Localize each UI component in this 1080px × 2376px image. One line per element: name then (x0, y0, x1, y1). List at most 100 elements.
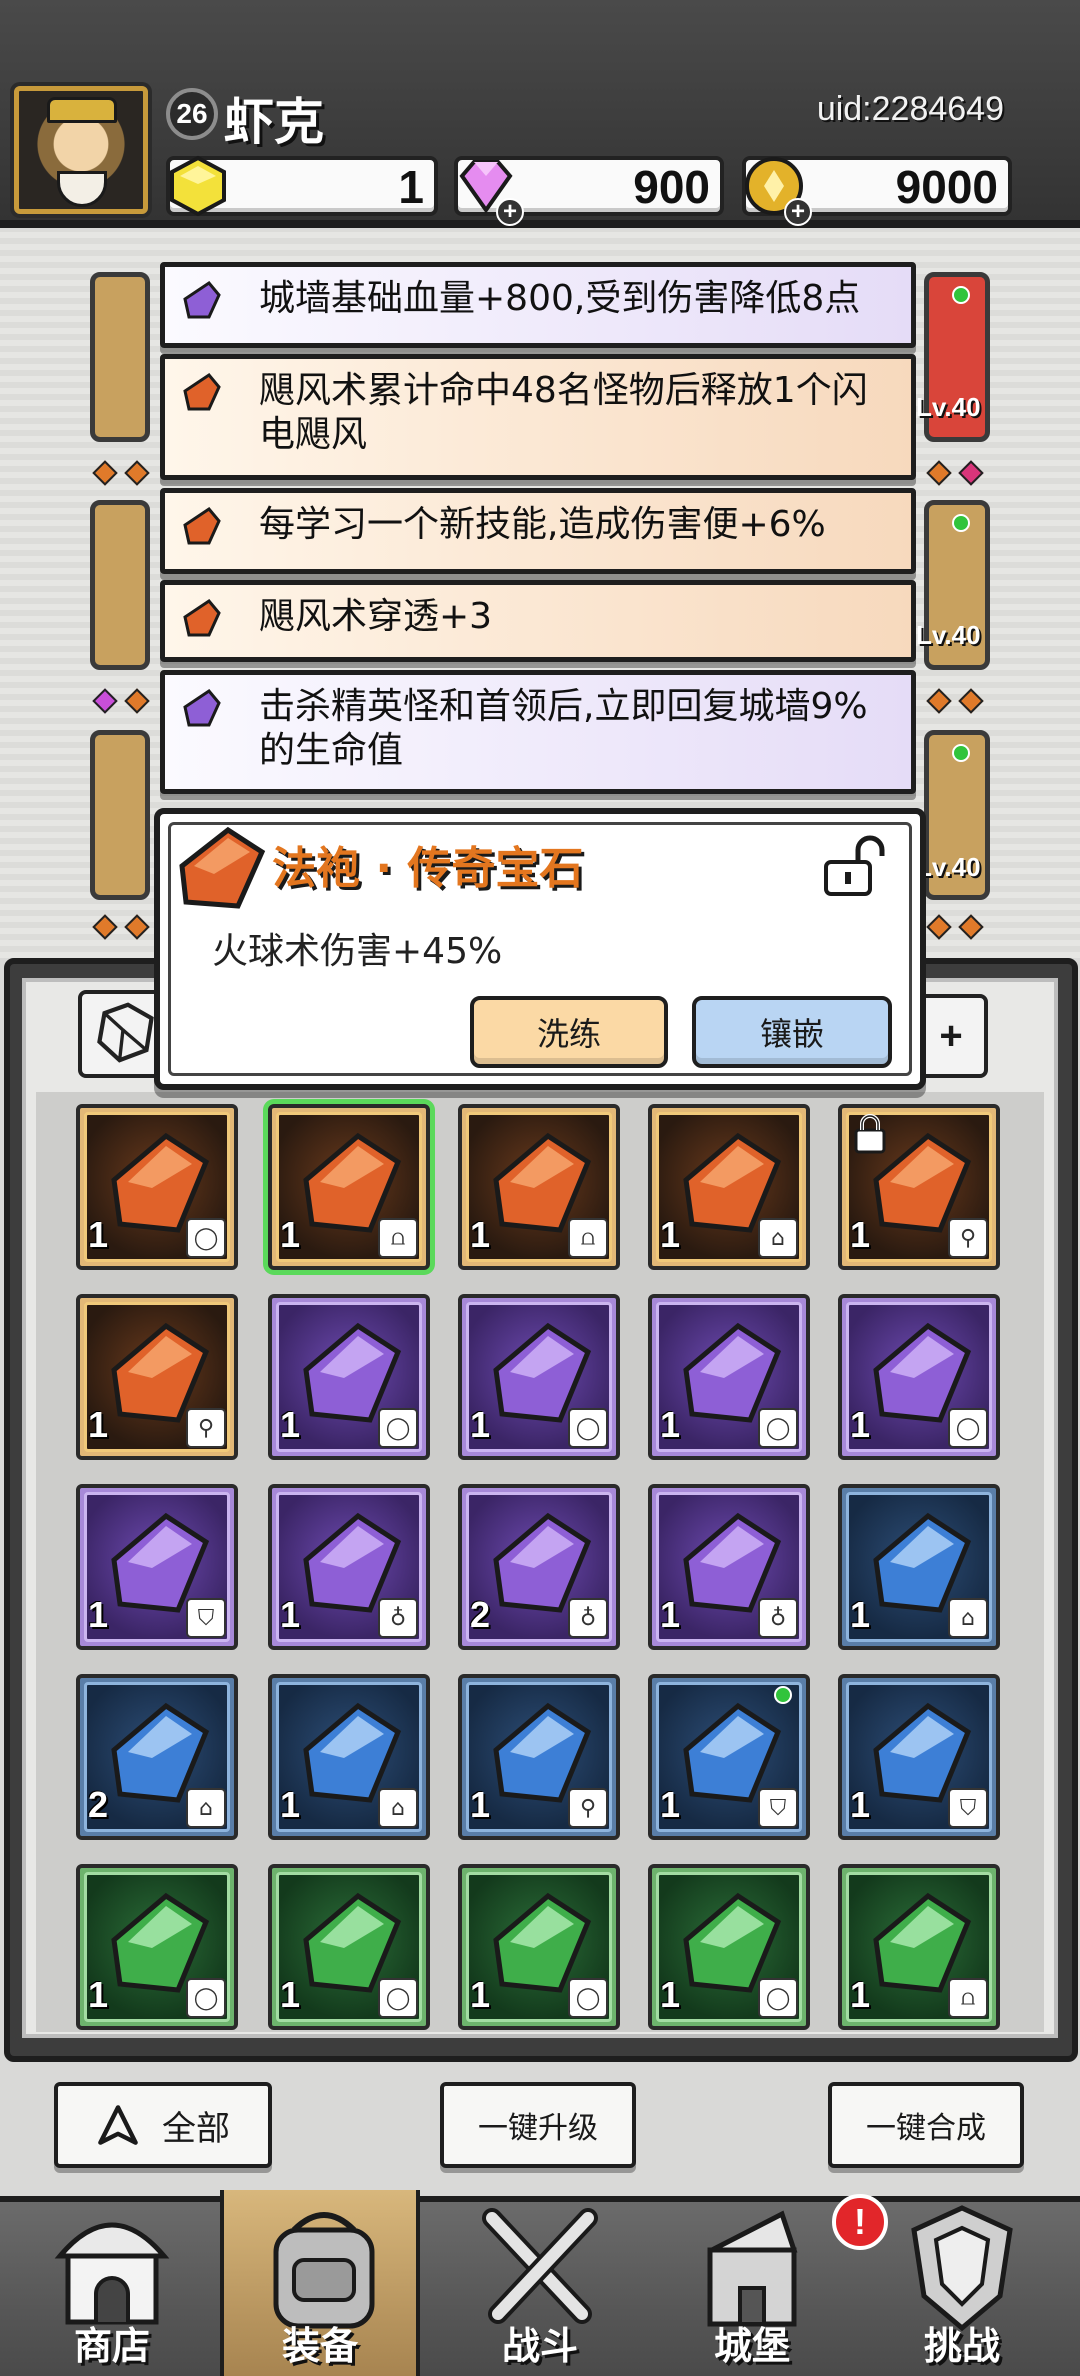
ring-icon: ◯ (568, 1408, 608, 1448)
diamond-value: 900 (633, 161, 710, 213)
notify-dot (952, 744, 970, 762)
nav-castle-label: 城堡 (713, 2324, 790, 2368)
yellow-gem-icon (170, 155, 226, 217)
gem-cell[interactable]: 1 ◯ (268, 1294, 430, 1460)
filter-all-label: 全部 (162, 2108, 230, 2149)
gem-cell[interactable]: 1 ◯ (76, 1864, 238, 2030)
gem-cell[interactable]: 1 ◯ (838, 1294, 1000, 1460)
gem-cell[interactable]: 1 ⚲ (458, 1674, 620, 1840)
triangle-filter-icon (98, 2105, 138, 2145)
gem-cell[interactable]: 1 ⌂ (648, 1104, 810, 1270)
player-name: 虾克 (224, 93, 324, 151)
upgrade-all-button[interactable]: 一键升级 (440, 2082, 636, 2168)
gem-cell[interactable]: 1 ⛉ (76, 1484, 238, 1650)
orange-gem-icon (183, 373, 221, 411)
equip-slot-left-2[interactable] (90, 500, 150, 670)
refine-button[interactable]: 洗练 (470, 996, 668, 1068)
gem-cell[interactable]: 2 ♁ (458, 1484, 620, 1650)
merge-all-button[interactable]: 一键合成 (828, 2082, 1024, 2168)
boots-icon: ⌂ (378, 1788, 418, 1828)
ring-icon: ◯ (948, 1408, 988, 1448)
gem-count: 1 (850, 1784, 871, 1825)
orange-gem-icon (183, 599, 221, 637)
amulet-icon: ♁ (378, 1598, 418, 1638)
inlay-button[interactable]: 镶嵌 (692, 996, 892, 1068)
gem-cell[interactable]: 1 ♁ (268, 1484, 430, 1650)
affix-row: 飓风术累计命中48名怪物后释放1个闪电飓风 (160, 354, 916, 480)
player-uid: uid:2284649 (816, 90, 1004, 128)
add-coin-icon[interactable]: + (784, 198, 812, 226)
nav-challenge-label: 挑战 (923, 2324, 1000, 2368)
gem-count: 1 (280, 1784, 301, 1825)
nav-battle[interactable]: 战斗 (440, 2190, 640, 2376)
coin-counter[interactable]: + 9000 (742, 156, 1012, 226)
gem-cell[interactable]: 1 ⚲ (76, 1294, 238, 1460)
gem-count: 1 (280, 1214, 301, 1255)
gem-cell[interactable]: 1 ◯ (76, 1104, 238, 1270)
orange-gem-icon (183, 507, 221, 545)
gem-cell[interactable]: 1 ⩍ (838, 1864, 1000, 2030)
padlock-icon (854, 1114, 886, 1154)
nav-castle[interactable]: 城堡 (652, 2190, 852, 2376)
nav-challenge[interactable]: 挑战 (862, 2190, 1062, 2376)
equip-level-2: Lv.40 (916, 620, 981, 650)
gem-count: 1 (850, 1594, 871, 1635)
gem-detail-popup: 法袍 · 传奇宝石 火球术伤害+45% 洗练 镶嵌 (154, 808, 926, 1090)
amulet-icon: ♁ (758, 1598, 798, 1638)
gem-count: 1 (660, 1974, 681, 2015)
gem-count: 1 (850, 1974, 871, 2015)
nav-equipment[interactable]: 装备 (220, 2190, 420, 2376)
gem-count: 1 (470, 1974, 491, 2015)
affix-text: 每学习一个新技能,造成伤害便+6% (259, 504, 826, 545)
gem-count: 1 (88, 1214, 109, 1255)
purple-gem-icon (183, 689, 221, 727)
gem-cell[interactable]: 1 ⛉ (648, 1674, 810, 1840)
gem-count: 1 (88, 1974, 109, 2015)
equip-slot-left-3[interactable] (90, 730, 150, 900)
filter-all-button[interactable]: 全部 (54, 2082, 272, 2168)
gem-cell[interactable]: 1 ⩍ (458, 1104, 620, 1270)
ring-icon: ◯ (568, 1978, 608, 2018)
player-level-badge: 26 (166, 88, 218, 140)
boots-icon: ⌂ (186, 1788, 226, 1828)
top-status-bar: 26 虾克 uid:2284649 1 + 900 + 9000 (0, 0, 1080, 228)
gem-cell[interactable]: 1 ◯ (648, 1294, 810, 1460)
amulet-icon: ♁ (568, 1598, 608, 1638)
gem-cell[interactable]: 1 ⚲ (838, 1104, 1000, 1270)
hat-icon: ⛉ (186, 1598, 226, 1638)
gem-cell[interactable]: 1 ⌂ (268, 1674, 430, 1840)
gem-count: 1 (850, 1404, 871, 1445)
gem-cell[interactable]: 1 ⩍ (268, 1104, 430, 1270)
unlocked-padlock-icon[interactable] (820, 834, 888, 898)
nav-shop[interactable]: 商店 (12, 2190, 212, 2376)
add-diamond-icon[interactable]: + (496, 198, 524, 226)
equip-slot-left-1[interactable] (90, 272, 150, 442)
gem-cell[interactable]: 1 ◯ (458, 1864, 620, 2030)
gem-count: 1 (280, 1404, 301, 1445)
gem-cell[interactable]: 1 ⛉ (838, 1674, 1000, 1840)
robe-icon: ⩍ (948, 1978, 988, 2018)
gold-stone-counter: 1 (166, 155, 438, 217)
nav-shop-label: 商店 (73, 2324, 150, 2368)
diamond-counter[interactable]: + 900 (454, 156, 724, 226)
affix-text: 飓风术穿透+3 (259, 596, 493, 637)
gem-count: 1 (280, 1974, 301, 2015)
gem-cell[interactable]: 2 ⌂ (76, 1674, 238, 1840)
ring-icon: ◯ (378, 1408, 418, 1448)
affix-text: 飓风术累计命中48名怪物后释放1个闪电飓风 (259, 370, 868, 455)
player-avatar[interactable] (14, 86, 148, 214)
gem-cell[interactable]: 1 ◯ (458, 1294, 620, 1460)
gem-count: 1 (470, 1404, 491, 1445)
gem-grid: 1 ◯ 1 ⩍ 1 ⩍ 1 ⌂ 1 ⚲ 1 ⚲ 1 ◯ 1 ◯ 1 ◯ 1 ◯ 1 ⛉ 1 ♁ 2 ♁ 1 ♁ 1 ⌂ 2 ⌂ 1 ⌂ 1 ⚲ 1 ⛉ 1 ⛉… (36, 1092, 1044, 2032)
affix-row: 城墙基础血量+800,受到伤害降低8点 (160, 262, 916, 348)
ring-icon: ◯ (378, 1978, 418, 2018)
affix-row: 飓风术穿透+3 (160, 580, 916, 662)
ring-icon: ◯ (186, 1218, 226, 1258)
hat-icon: ⛉ (948, 1788, 988, 1828)
gem-cell[interactable]: 1 ◯ (648, 1864, 810, 2030)
gem-cell[interactable]: 1 ⌂ (838, 1484, 1000, 1650)
gem-cell[interactable]: 1 ♁ (648, 1484, 810, 1650)
gem-cell[interactable]: 1 ◯ (268, 1864, 430, 2030)
gem-detail-title: 法袍 · 传奇宝石 (272, 843, 584, 894)
gem-count: 1 (280, 1594, 301, 1635)
